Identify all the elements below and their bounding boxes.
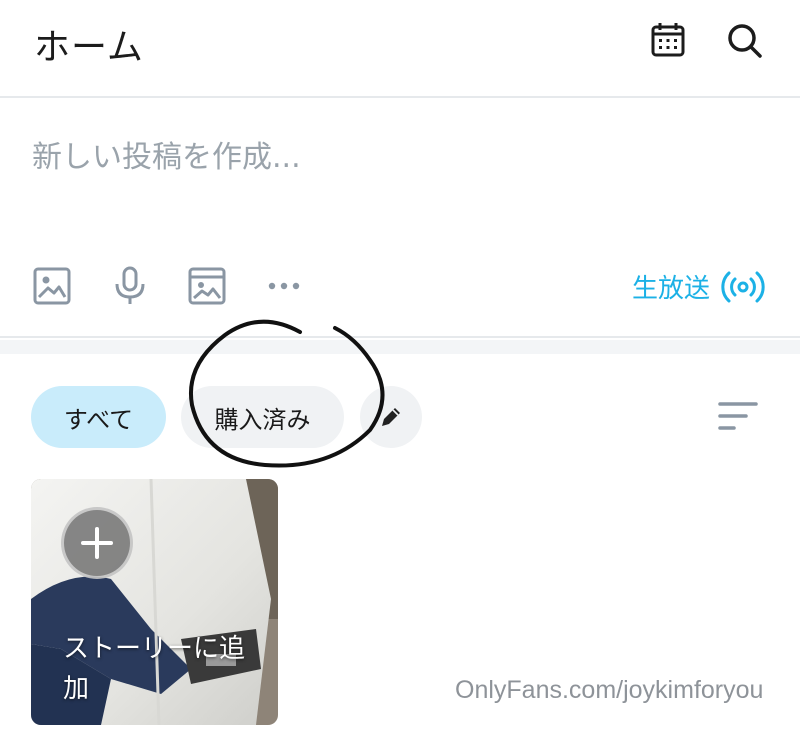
app-header: ホーム	[0, 0, 800, 98]
microphone-icon[interactable]	[110, 266, 150, 306]
section-divider	[0, 340, 800, 354]
search-icon[interactable]	[724, 20, 764, 60]
plus-icon	[81, 527, 113, 559]
calendar-icon[interactable]	[648, 20, 688, 60]
add-story-button[interactable]	[61, 507, 133, 579]
vault-icon[interactable]	[187, 266, 227, 306]
go-live-button[interactable]: 生放送	[632, 268, 766, 305]
sort-icon[interactable]	[716, 398, 760, 436]
add-story-card[interactable]: ストーリーに追加	[31, 479, 278, 725]
live-label: 生放送	[632, 274, 711, 304]
add-story-label: ストーリーに追加	[63, 634, 246, 704]
pencil-icon	[382, 408, 400, 426]
filter-chip-all[interactable]: すべて	[31, 386, 166, 448]
image-icon[interactable]	[32, 266, 72, 306]
edit-filters-button[interactable]	[360, 386, 422, 448]
filter-chip-purchased[interactable]: 購入済み	[181, 386, 344, 448]
new-post-input[interactable]: 新しい投稿を作成...	[32, 132, 301, 176]
more-icon[interactable]	[264, 266, 304, 306]
page-title: ホーム	[34, 27, 144, 68]
broadcast-icon	[721, 271, 765, 302]
watermark: OnlyFans.com/joykimforyou	[455, 676, 764, 704]
post-composer: 新しい投稿を作成... 生放送	[0, 98, 800, 338]
